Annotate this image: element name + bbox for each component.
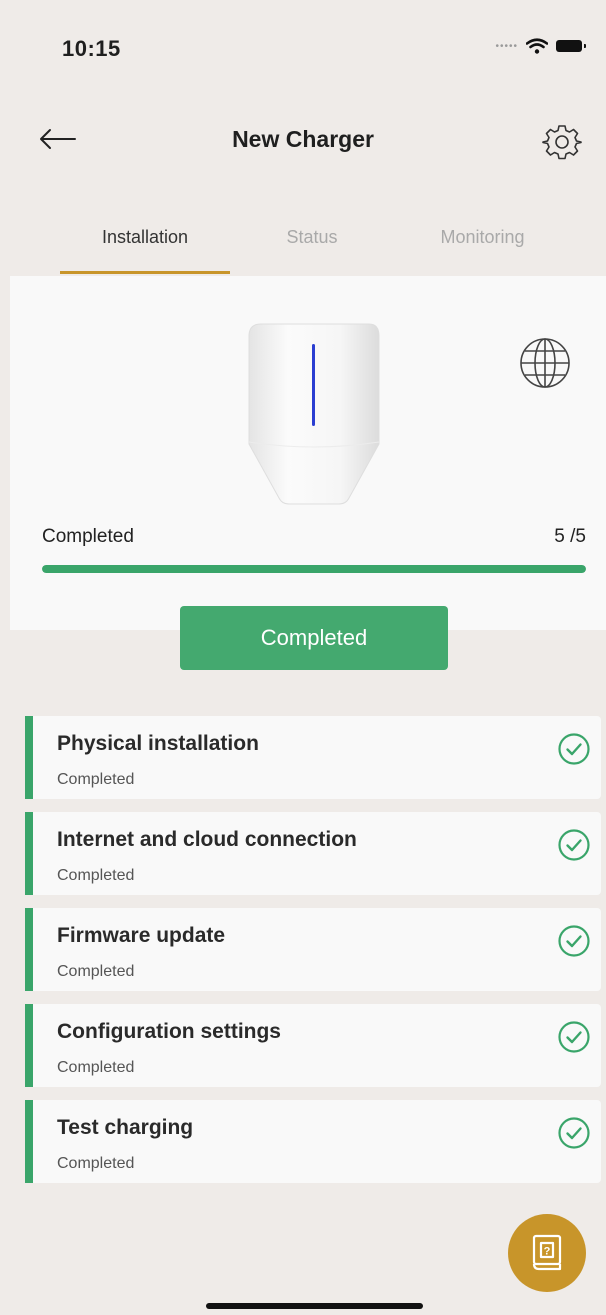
help-button[interactable]: ? [508,1214,586,1292]
help-book-icon: ? [532,1234,562,1271]
signal-dots-icon: ••••• [495,40,518,52]
progress-bar [42,565,586,573]
step-title: Test charging [57,1116,194,1139]
progress-count: 5 /5 [554,526,586,547]
step-status: Completed [57,867,135,884]
step-status: Completed [57,1155,135,1172]
home-indicator [206,1303,423,1309]
wifi-icon [526,38,548,54]
page-title: New Charger [232,126,374,152]
svg-text:?: ? [544,1246,551,1258]
nav-bar: New Charger [0,110,606,170]
step-card-test-charging[interactable]: Test charging Completed [25,1100,601,1183]
step-card-firmware-update[interactable]: Firmware update Completed [25,908,601,991]
step-card-configuration-settings[interactable]: Configuration settings Completed [25,1004,601,1087]
step-card-internet-cloud[interactable]: Internet and cloud connection Completed [25,812,601,895]
check-circle-icon [558,1117,590,1149]
status-icons: ••••• [495,38,586,54]
charger-image [248,323,380,505]
status-bar: 10:15 ••••• [0,0,606,90]
step-title: Firmware update [57,924,226,947]
step-title: Physical installation [57,732,259,755]
progress-label: Completed [42,526,134,547]
step-title: Internet and cloud connection [57,828,357,851]
active-tab-indicator [60,271,230,274]
globe-icon[interactable] [518,336,572,390]
status-time: 10:15 [62,36,121,61]
check-circle-icon [558,925,590,957]
battery-icon [556,40,586,52]
check-circle-icon [558,733,590,765]
installation-steps: Physical installation Completed Internet… [25,716,601,1196]
tab-monitoring[interactable]: Monitoring [400,227,565,248]
progress-bar-fill [42,565,586,573]
step-title: Configuration settings [57,1020,281,1043]
step-card-physical-installation[interactable]: Physical installation Completed [25,716,601,799]
gear-icon[interactable] [542,122,582,162]
step-status: Completed [57,771,135,788]
check-circle-icon [558,829,590,861]
step-status: Completed [57,963,135,980]
check-circle-icon [558,1021,590,1053]
step-status: Completed [57,1059,135,1076]
tab-installation[interactable]: Installation [60,227,230,248]
tab-bar: Installation Status Monitoring [0,205,606,274]
tab-status[interactable]: Status [232,227,392,248]
completed-button[interactable]: Completed [180,606,448,670]
device-panel: Completed 5 /5 [10,276,606,630]
